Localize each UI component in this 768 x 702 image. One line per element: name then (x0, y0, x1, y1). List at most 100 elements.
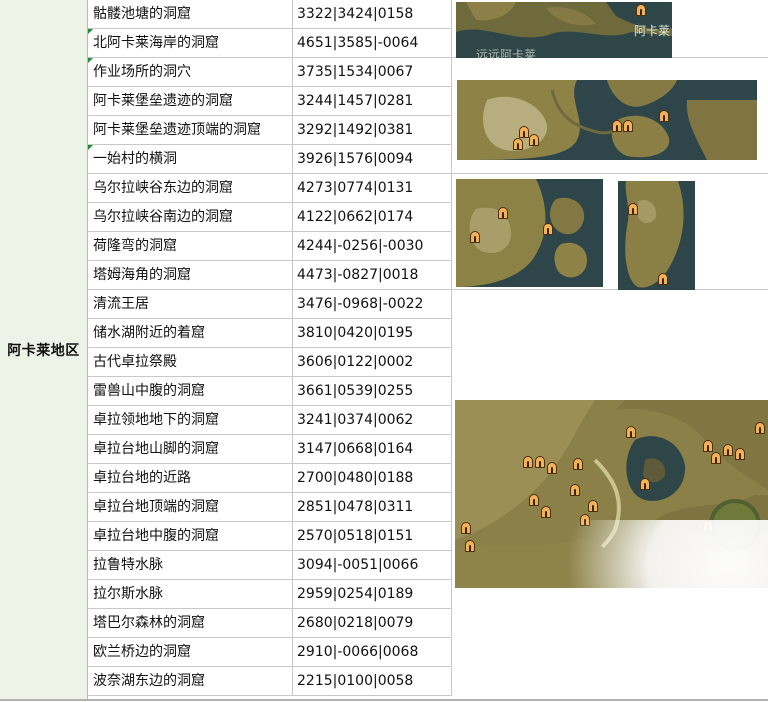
row-divider (452, 289, 768, 290)
cave-marker-icon (640, 478, 650, 490)
region-label: 阿卡莱地区 (7, 342, 80, 359)
table-row: 荷隆弯的洞窟 4244|-0256|-0030 (88, 232, 452, 261)
cave-name-cell: 古代卓拉祭殿 (88, 348, 293, 377)
coordinate-cell: 3476|-0968|-0022 (293, 290, 452, 319)
cave-name-cell: 拉尔斯水脉 (88, 580, 293, 609)
cave-name-cell: 拉鲁特水脉 (88, 551, 293, 580)
coordinate-cell: 4244|-0256|-0030 (293, 232, 452, 261)
coordinate-cell: 3735|1534|0067 (293, 58, 452, 87)
cave-name-cell: 阿卡莱堡垒遗迹的洞窟 (88, 87, 293, 116)
table-row: 卓拉台地的近路 2700|0480|0188 (88, 464, 452, 493)
cave-name-cell: 卓拉台地中腹的洞窟 (88, 522, 293, 551)
cave-marker-icon (470, 231, 480, 243)
coordinate-cell: 3241|0374|0062 (293, 406, 452, 435)
table-row: 卓拉台地顶端的洞窟 2851|0478|0311 (88, 493, 452, 522)
cave-marker-icon (612, 120, 622, 132)
table-row: 储水湖附近的着窟 3810|0420|0195 (88, 319, 452, 348)
cave-marker-icon (498, 207, 508, 219)
cave-marker-icon (735, 448, 745, 460)
cave-marker-icon (711, 452, 721, 464)
coordinate-cell: 2700|0480|0188 (293, 464, 452, 493)
cave-marker-icon (535, 456, 545, 468)
map-image-cape (618, 181, 695, 290)
table-row: 拉鲁特水脉 3094|-0051|0066 (88, 551, 452, 580)
table-row: 卓拉台地山脚的洞窟 3147|0668|0164 (88, 435, 452, 464)
coordinate-cell: 3606|0122|0002 (293, 348, 452, 377)
bottom-border (0, 699, 768, 701)
table-row: 雷兽山中腹的洞窟 3661|0539|0255 (88, 377, 452, 406)
cave-marker-icon (628, 203, 638, 215)
cave-name-cell: 塔巴尔森林的洞窟 (88, 609, 293, 638)
region-cell: 阿卡莱地区 (0, 0, 88, 700)
cave-name-cell: 卓拉台地的近路 (88, 464, 293, 493)
cave-name-cell: 雷兽山中腹的洞窟 (88, 377, 293, 406)
table-row: 欧兰桥边的洞窟 2910|-0066|0068 (88, 638, 452, 667)
cave-name-cell: 骷髅池塘的洞窟 (88, 0, 293, 29)
cave-marker-icon (659, 110, 669, 122)
coordinate-cell: 4651|3585|-0064 (293, 29, 452, 58)
cave-marker-icon (703, 440, 713, 452)
map-label: 阿卡莱 (634, 24, 671, 38)
coordinate-cell: 3244|1457|0281 (293, 87, 452, 116)
cave-name-cell: 一始村的横洞 (88, 145, 293, 174)
coordinate-cell: 3322|3424|0158 (293, 0, 452, 29)
table-row: 拉尔斯水脉 2959|0254|0189 (88, 580, 452, 609)
comment-marker-icon (88, 145, 93, 150)
table-row: 古代卓拉祭殿 3606|0122|0002 (88, 348, 452, 377)
coordinate-cell: 4473|-0827|0018 (293, 261, 452, 290)
row-divider (452, 173, 768, 174)
coordinate-cell: 3147|0668|0164 (293, 435, 452, 464)
table-row: 阿卡莱堡垒遗迹的洞窟 3244|1457|0281 (88, 87, 452, 116)
comment-marker-icon (88, 58, 93, 63)
cave-name-cell: 作业场所的洞穴 (88, 58, 293, 87)
map-image-fort-ruins (457, 80, 757, 160)
table-row: 骷髅池塘的洞窟 3322|3424|0158 (88, 0, 452, 29)
cave-name-cell: 乌尔拉峡谷东边的洞窟 (88, 174, 293, 203)
cave-name-cell: 欧兰桥边的洞窟 (88, 638, 293, 667)
table-row: 卓拉台地中腹的洞窟 2570|0518|0151 (88, 522, 452, 551)
cave-marker-icon (755, 422, 765, 434)
coordinate-cell: 2570|0518|0151 (293, 522, 452, 551)
cave-marker-icon (529, 134, 539, 146)
table-row: 阿卡莱堡垒遗迹顶端的洞窟 3292|1492|0381 (88, 116, 452, 145)
coordinate-cell: 4273|0774|0131 (293, 174, 452, 203)
table-row: 一始村的横洞 3926|1576|0094 (88, 145, 452, 174)
table-row: 塔巴尔森林的洞窟 2680|0218|0079 (88, 609, 452, 638)
cave-name-cell: 塔姆海角的洞窟 (88, 261, 293, 290)
cave-name-cell: 荷隆弯的洞窟 (88, 232, 293, 261)
cave-name-cell: 卓拉台地山脚的洞窟 (88, 435, 293, 464)
cave-marker-icon (623, 120, 633, 132)
cave-marker-icon (588, 500, 598, 512)
cave-name-cell: 波奈湖东边的洞窟 (88, 667, 293, 696)
cave-coordinate-sheet: 阿卡莱地区 骷髅池塘的洞窟 3322|3424|0158 北阿卡莱海岸的洞窟 465… (0, 0, 768, 702)
cave-name-cell: 北阿卡莱海岸的洞窟 (88, 29, 293, 58)
cave-name-cell: 储水湖附近的着窟 (88, 319, 293, 348)
table-row: 作业场所的洞穴 3735|1534|0067 (88, 58, 452, 87)
cave-marker-icon (626, 426, 636, 438)
coordinate-cell: 2910|-0066|0068 (293, 638, 452, 667)
cave-marker-icon (465, 540, 475, 552)
cave-marker-icon (573, 458, 583, 470)
coordinate-cell: 2680|0218|0079 (293, 609, 452, 638)
coordinate-cell: 4122|0662|0174 (293, 203, 452, 232)
coordinate-cell: 2959|0254|0189 (293, 580, 452, 609)
cave-marker-icon (636, 4, 646, 16)
coordinate-cell: 3094|-0051|0066 (293, 551, 452, 580)
comment-marker-icon (88, 29, 93, 34)
cave-name-cell: 清流王居 (88, 290, 293, 319)
table-row: 波奈湖东边的洞窟 2215|0100|0058 (88, 667, 452, 696)
coordinate-cell: 2215|0100|0058 (293, 667, 452, 696)
glare-overlay (566, 520, 768, 702)
map-image-canyon (456, 179, 603, 287)
cave-marker-icon (543, 223, 553, 235)
cave-name-cell: 阿卡莱堡垒遗迹顶端的洞窟 (88, 116, 293, 145)
map-image-north-coast: 阿卡莱 远远阿卡莱 (456, 2, 672, 58)
table-row: 乌尔拉峡谷南边的洞窟 4122|0662|0174 (88, 203, 452, 232)
cave-marker-icon (547, 462, 557, 474)
cave-name-cell: 卓拉领地地下的洞窟 (88, 406, 293, 435)
table-row: 乌尔拉峡谷东边的洞窟 4273|0774|0131 (88, 174, 452, 203)
cave-marker-icon (723, 444, 733, 456)
table-row: 清流王居 3476|-0968|-0022 (88, 290, 452, 319)
cave-marker-icon (658, 273, 668, 285)
map-label: 远远阿卡莱 (476, 48, 537, 58)
